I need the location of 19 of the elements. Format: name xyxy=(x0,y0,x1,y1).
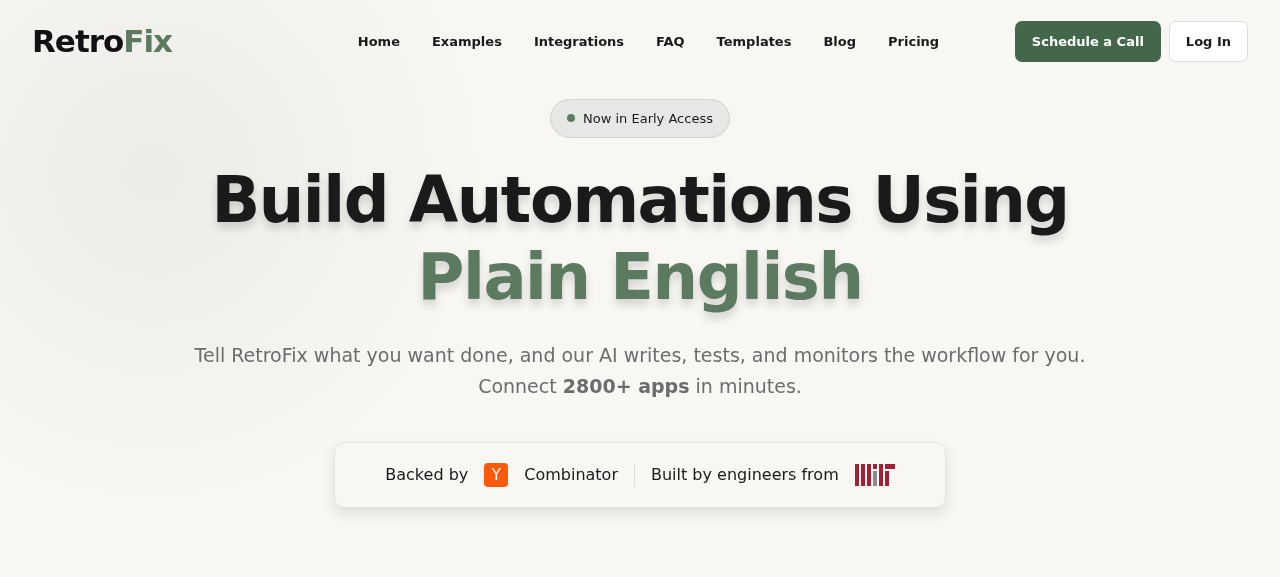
nav-link[interactable]: Blog xyxy=(807,31,873,51)
logo[interactable]: RetroFix xyxy=(32,18,173,65)
nav-link[interactable]: Home xyxy=(341,31,416,51)
hero-title: Build Automations Using Plain English xyxy=(210,162,1070,316)
dot-icon xyxy=(567,114,576,123)
backed-label: Backed by xyxy=(385,464,469,487)
nav-link[interactable]: Integrations xyxy=(517,31,641,51)
hero-subtitle: Tell RetroFix what you want done, and our AI writes, tests, and monitors the workflow for you. Connect 2800+ apps in minutes. xyxy=(193,342,1087,399)
university-logo-icon xyxy=(854,464,895,487)
nav-link[interactable]: FAQ xyxy=(640,31,701,51)
login-button[interactable]: Log In xyxy=(1168,20,1248,62)
nav-link[interactable]: Examples xyxy=(415,31,518,51)
built-label: Built by engineers from xyxy=(651,464,839,487)
pill-label: Now in Early Access xyxy=(583,109,713,128)
yc-logo: Y xyxy=(484,463,509,488)
nav-link[interactable]: Templates xyxy=(700,31,808,51)
combinator-label: Combinator xyxy=(524,464,618,487)
nav-link[interactable]: Pricing xyxy=(872,31,956,51)
schedule-call-button[interactable]: Schedule a Call xyxy=(1014,20,1161,62)
